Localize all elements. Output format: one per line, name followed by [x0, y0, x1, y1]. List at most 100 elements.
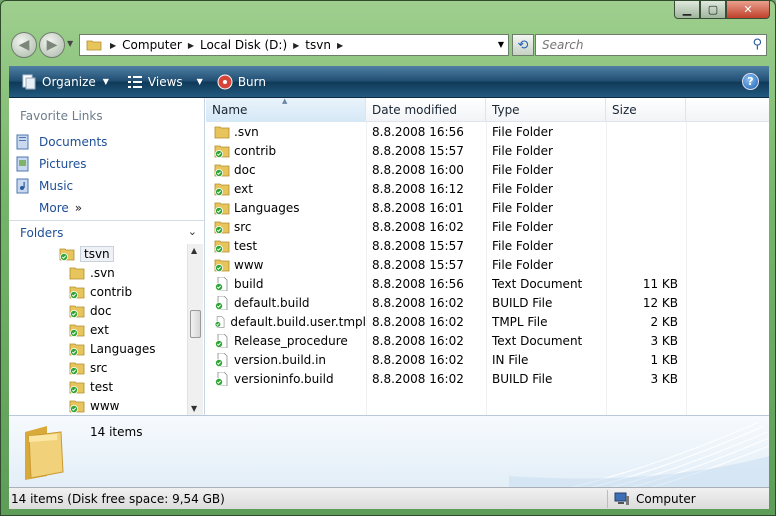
breadcrumb-tsvn[interactable]: tsvn	[305, 38, 331, 52]
folder-tree-scrollbar[interactable]: ▲ ▼	[187, 244, 203, 415]
tree-item[interactable]: src	[9, 358, 189, 377]
file-type: Text Document	[492, 333, 583, 348]
file-date: 8.8.2008 15:57	[372, 143, 464, 158]
maximize-button[interactable]: ▢	[700, 1, 726, 19]
views-icon	[127, 75, 142, 88]
tree-item-label: www	[90, 398, 120, 413]
minimize-button[interactable]: ▁	[674, 1, 700, 19]
favorite-link-label: Pictures	[39, 157, 87, 171]
breadcrumb-separator-icon[interactable]: ▶	[337, 41, 343, 50]
svn-folder-icon	[214, 202, 230, 215]
column-header-size[interactable]: Size	[606, 98, 686, 122]
close-icon: ✕	[743, 3, 753, 16]
svn-folder-icon	[214, 145, 230, 158]
forward-button[interactable]: ▶	[39, 32, 65, 58]
file-row[interactable]: build 8.8.2008 16:56 Text Document 11 KB	[206, 274, 686, 293]
file-row[interactable]: versioninfo.build 8.8.2008 16:02 BUILD Fil…	[206, 369, 686, 388]
tree-item-tsvn[interactable]: tsvn	[9, 244, 189, 263]
status-disk-free: 14 items (Disk free space: 9,54 GB)	[11, 491, 225, 506]
breadcrumb-separator-icon[interactable]: ▶	[110, 41, 116, 50]
file-row[interactable]: test 8.8.2008 15:57 File Folder	[206, 236, 686, 255]
file-row[interactable]: default.build.user.tmpl 8.8.2008 16:02 TMP…	[206, 312, 686, 331]
refresh-button[interactable]: ⟲	[512, 34, 534, 56]
file-date: 8.8.2008 15:57	[372, 238, 464, 253]
folders-header[interactable]: Folders ⌄	[9, 220, 205, 244]
search-input[interactable]	[542, 38, 742, 52]
breadcrumb-separator-icon[interactable]: ▶	[293, 41, 299, 50]
address-bar[interactable]: ▶ Computer ▶ Local Disk (D:) ▶ tsvn ▶ ▼	[79, 34, 509, 56]
tree-item[interactable]: www	[9, 396, 189, 415]
chevron-down-icon: ▼	[196, 77, 203, 86]
file-name-cell: ext	[206, 182, 366, 196]
favorite-link-music[interactable]: Music	[15, 175, 107, 197]
file-type: File Folder	[492, 124, 553, 139]
column-header-label: Name	[212, 103, 248, 117]
organize-icon	[22, 74, 36, 89]
computer-icon	[614, 492, 629, 505]
file-row[interactable]: www 8.8.2008 15:57 File Folder	[206, 255, 686, 274]
file-rows: .svn 8.8.2008 16:56 File Folder contrib 8.8.…	[206, 122, 686, 388]
file-row[interactable]: doc 8.8.2008 16:00 File Folder	[206, 160, 686, 179]
favorite-link-documents[interactable]: Documents	[15, 131, 107, 153]
column-header-type[interactable]: Type	[486, 98, 606, 122]
file-type: File Folder	[492, 181, 553, 196]
recent-pages-dropdown[interactable]: ▼	[67, 39, 73, 48]
scroll-down-icon[interactable]: ▼	[191, 404, 197, 413]
breadcrumb-separator-icon[interactable]: ▶	[188, 41, 194, 50]
tree-item-label: tsvn	[80, 245, 114, 262]
status-zone: Computer	[607, 490, 696, 508]
file-row[interactable]: default.build 8.8.2008 16:02 BUILD File 12 …	[206, 293, 686, 312]
command-toolbar: Organize ▼ Views ▼ Burn ?	[9, 66, 769, 98]
file-row[interactable]: contrib 8.8.2008 15:57 File Folder	[206, 141, 686, 160]
tree-item[interactable]: contrib	[9, 282, 189, 301]
organize-button[interactable]: Organize ▼	[17, 69, 113, 95]
address-dropdown-icon[interactable]: ▼	[498, 40, 504, 49]
file-name-cell: Release_procedure	[206, 333, 366, 348]
file-date: 8.8.2008 16:00	[372, 162, 464, 177]
help-button[interactable]: ?	[742, 73, 759, 90]
tree-item[interactable]: test	[9, 377, 189, 396]
views-button[interactable]: Views ▼	[123, 69, 207, 95]
file-row[interactable]: Languages 8.8.2008 16:01 File Folder	[206, 198, 686, 217]
file-name: version.build.in	[234, 352, 327, 367]
breadcrumb-computer[interactable]: Computer	[122, 38, 182, 52]
file-row[interactable]: ext 8.8.2008 16:12 File Folder	[206, 179, 686, 198]
tree-item[interactable]: .svn	[9, 263, 189, 282]
tree-item[interactable]: Languages	[9, 339, 189, 358]
svn-folder-icon	[214, 164, 230, 177]
column-header-date[interactable]: Date modified	[366, 98, 486, 122]
file-name-cell: www	[206, 258, 366, 272]
file-name: contrib	[234, 143, 277, 158]
more-links-button[interactable]: More »	[39, 197, 107, 219]
music-icon	[16, 178, 29, 194]
close-button[interactable]: ✕	[726, 1, 770, 19]
file-name: src	[234, 219, 252, 234]
tree-item-label: contrib	[90, 284, 133, 299]
tree-item[interactable]: doc	[9, 301, 189, 320]
file-row[interactable]: src 8.8.2008 16:02 File Folder	[206, 217, 686, 236]
file-name: Release_procedure	[234, 333, 348, 348]
views-label: Views	[147, 74, 183, 89]
file-name: test	[234, 238, 258, 253]
file-row[interactable]: Release_procedure 8.8.2008 16:02 Text Docu…	[206, 331, 686, 350]
file-row[interactable]: version.build.in 8.8.2008 16:02 IN File 1 K…	[206, 350, 686, 369]
caption-buttons: ▁ ▢ ✕	[674, 1, 770, 21]
favorite-link-pictures[interactable]: Pictures	[15, 153, 107, 175]
column-header-name[interactable]: ▲ Name	[206, 97, 366, 122]
file-date: 8.8.2008 16:56	[372, 276, 464, 291]
sort-ascending-icon: ▲	[282, 97, 288, 105]
scrollbar-thumb[interactable]	[190, 310, 201, 338]
tree-item[interactable]: ext	[9, 320, 189, 339]
burn-button[interactable]: Burn	[213, 69, 270, 95]
maximize-icon: ▢	[707, 3, 719, 16]
back-button[interactable]: ◀	[11, 32, 37, 58]
file-type: File Folder	[492, 219, 553, 234]
tree-item-label: src	[90, 360, 108, 375]
search-icon[interactable]: ⚲	[752, 37, 762, 52]
file-date: 8.8.2008 16:12	[372, 181, 464, 196]
arrow-right-icon: ▶	[46, 37, 58, 53]
scroll-up-icon[interactable]: ▲	[191, 246, 197, 255]
file-row[interactable]: .svn 8.8.2008 16:56 File Folder	[206, 122, 686, 141]
breadcrumb-local-disk[interactable]: Local Disk (D:)	[200, 38, 287, 52]
documents-icon	[16, 134, 29, 150]
